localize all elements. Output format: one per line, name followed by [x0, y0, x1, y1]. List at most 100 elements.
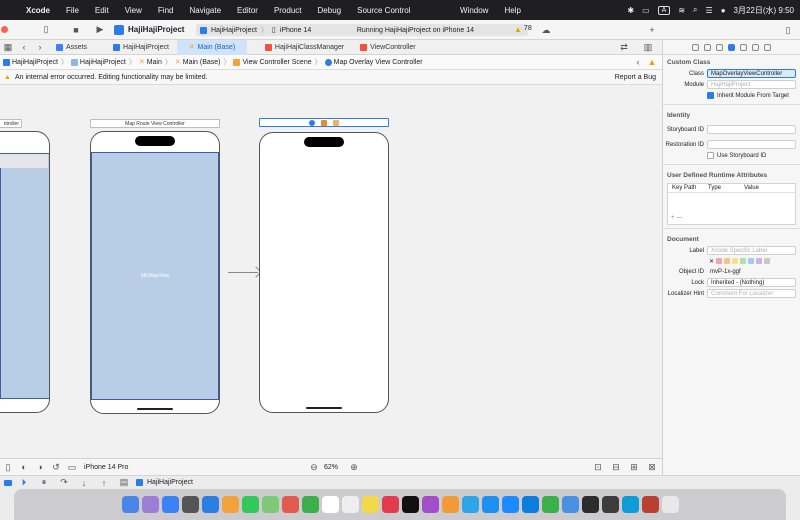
color-swatch-yellow[interactable] [732, 258, 739, 264]
music-icon[interactable] [381, 496, 399, 513]
view-hierarchy-icon[interactable]: ▤ [116, 476, 132, 490]
color-swatch-orange[interactable] [724, 258, 731, 264]
color-swatch-green[interactable] [740, 258, 747, 264]
grid-icon[interactable]: ▦ [0, 40, 16, 54]
related-items-icon[interactable]: ⇄ [616, 40, 632, 54]
preview-icon[interactable] [461, 496, 479, 513]
cloud-icon[interactable]: ☁ [538, 23, 554, 37]
calendar-icon[interactable] [321, 496, 339, 513]
map-view[interactable] [0, 153, 49, 399]
no-color-icon[interactable]: ✕ [709, 258, 714, 265]
use-storyboard-id-checkbox[interactable] [707, 152, 714, 159]
xcode-icon[interactable] [521, 496, 539, 513]
menu-editor[interactable]: Editor [229, 6, 266, 15]
size-inspector-icon[interactable] [752, 43, 759, 51]
terminal-icon[interactable] [601, 496, 619, 513]
breadcrumb-item[interactable]: ✕ Main [139, 58, 162, 67]
first-responder-icon[interactable] [321, 119, 327, 126]
stop-icon[interactable]: ■ [68, 23, 84, 37]
numbers-icon[interactable] [541, 496, 559, 513]
color-swatch-gray[interactable] [764, 258, 771, 264]
menu-edit[interactable]: Edit [87, 6, 117, 15]
color-swatch-blue[interactable] [748, 258, 755, 264]
menu-source-control[interactable]: Source Control [349, 6, 418, 15]
facetime-icon[interactable] [301, 496, 319, 513]
menu-navigate[interactable]: Navigate [181, 6, 229, 15]
settings-icon[interactable] [181, 496, 199, 513]
appearance-icon[interactable]: ◐ [16, 460, 32, 474]
books-icon[interactable] [441, 496, 459, 513]
bluetooth-icon[interactable]: ✱ [627, 6, 634, 15]
resolve-issues-icon[interactable]: ⊠ [644, 460, 660, 474]
activity-view[interactable]: HajiHajiProject 〉 ▯ iPhone 14 Running Ha… [196, 24, 528, 36]
storyboard-id-field[interactable] [707, 125, 796, 134]
step-out-icon[interactable]: ↑ [96, 476, 112, 490]
connections-inspector-icon[interactable] [764, 43, 771, 51]
iphone-frame-selected[interactable] [259, 132, 389, 413]
sidebar-toggle-icon[interactable]: ▯ [38, 23, 54, 37]
launchpad-icon[interactable] [141, 496, 159, 513]
outline-toggle-icon[interactable]: ▯ [0, 460, 16, 474]
tab-assets[interactable]: Assets [48, 40, 95, 55]
debug-target[interactable]: HajiHajiProject [147, 479, 193, 486]
runtime-attributes-table[interactable]: Key Path Type Value + — [667, 183, 796, 225]
storyboard-canvas[interactable]: ntroller Map Route View Controller MKMap… [0, 85, 662, 458]
simulator-icon[interactable] [581, 496, 599, 513]
zoom-level[interactable]: 62% [324, 464, 338, 471]
zoom-out-icon[interactable]: ⊖ [306, 460, 322, 474]
pause-icon[interactable]: ⏸ [36, 476, 52, 490]
menu-help[interactable]: Help [496, 6, 528, 15]
back-icon[interactable]: ‹ [16, 40, 32, 54]
menu-clock[interactable]: 3月22日(水) 9:50 [734, 5, 794, 16]
maps-icon[interactable] [261, 496, 279, 513]
map-view[interactable]: MKMapView [91, 152, 219, 400]
reminders-icon[interactable] [341, 496, 359, 513]
zoom-icon[interactable] [621, 496, 639, 513]
breadcrumb-item[interactable]: View Controller Scene [233, 58, 312, 66]
inspector-toggle-icon[interactable]: ▯ [780, 23, 796, 37]
menu-debug[interactable]: Debug [310, 6, 350, 15]
color-swatch-purple[interactable] [756, 258, 763, 264]
close-window-dot-red[interactable] [0, 23, 8, 37]
iphone-frame[interactable] [0, 131, 50, 413]
podcasts-icon[interactable] [421, 496, 439, 513]
destination-project[interactable]: HajiHajiProject [211, 27, 257, 34]
add-constraints-icon[interactable]: ⊞ [626, 460, 642, 474]
dark-mode-icon[interactable]: ◑ [32, 460, 48, 474]
hide-debug-icon[interactable] [4, 479, 12, 486]
add-attribute-icon[interactable]: + [671, 215, 675, 221]
messages-icon[interactable] [241, 496, 259, 513]
warnings-badge[interactable]: ▲ 78 [514, 25, 532, 34]
search-bar[interactable] [0, 154, 48, 168]
color-swatch-red[interactable] [716, 258, 723, 264]
forward-icon[interactable]: › [32, 40, 48, 54]
scene-dock-bar[interactable] [259, 118, 389, 127]
run-icon[interactable]: ▶ [92, 23, 108, 37]
breadcrumb-item[interactable]: ✕ Main (Base) [175, 58, 221, 67]
scheme-selector[interactable]: HajiHajiProject [114, 24, 184, 35]
inherit-module-checkbox[interactable] [707, 92, 714, 99]
align-icon[interactable]: ⊟ [608, 460, 624, 474]
class-field[interactable]: MapOverlayViewController [707, 69, 796, 78]
warning-icon[interactable]: ▲ [644, 55, 660, 69]
chrome-icon[interactable] [221, 496, 239, 513]
breadcrumb-item[interactable]: Map Overlay View Controller [324, 58, 423, 66]
tab-class-manager[interactable]: HajiHajiClassManager [257, 40, 352, 55]
search-icon[interactable]: ⌕ [693, 5, 697, 15]
menu-find[interactable]: Find [150, 6, 182, 15]
menu-view[interactable]: View [117, 6, 150, 15]
tab-main-storyboard[interactable]: ✕ Main (Base) [176, 39, 247, 55]
vscode-icon[interactable] [501, 496, 519, 513]
label-field[interactable]: Xcode Specific Label [707, 246, 796, 255]
device-selector[interactable]: iPhone 14 Pro [84, 464, 128, 471]
tab-view-controller[interactable]: ViewController [352, 40, 423, 55]
input-source-indicator[interactable]: A [657, 5, 671, 15]
app-store-icon[interactable] [481, 496, 499, 513]
mail-icon[interactable] [161, 496, 179, 513]
menu-window[interactable]: Window [452, 6, 496, 15]
file-inspector-icon[interactable] [692, 43, 699, 51]
restoration-id-field[interactable] [707, 140, 796, 149]
dictionary-icon[interactable] [641, 496, 659, 513]
update-frames-icon[interactable]: ⊡ [590, 460, 606, 474]
destination-device[interactable]: iPhone 14 [280, 27, 312, 34]
